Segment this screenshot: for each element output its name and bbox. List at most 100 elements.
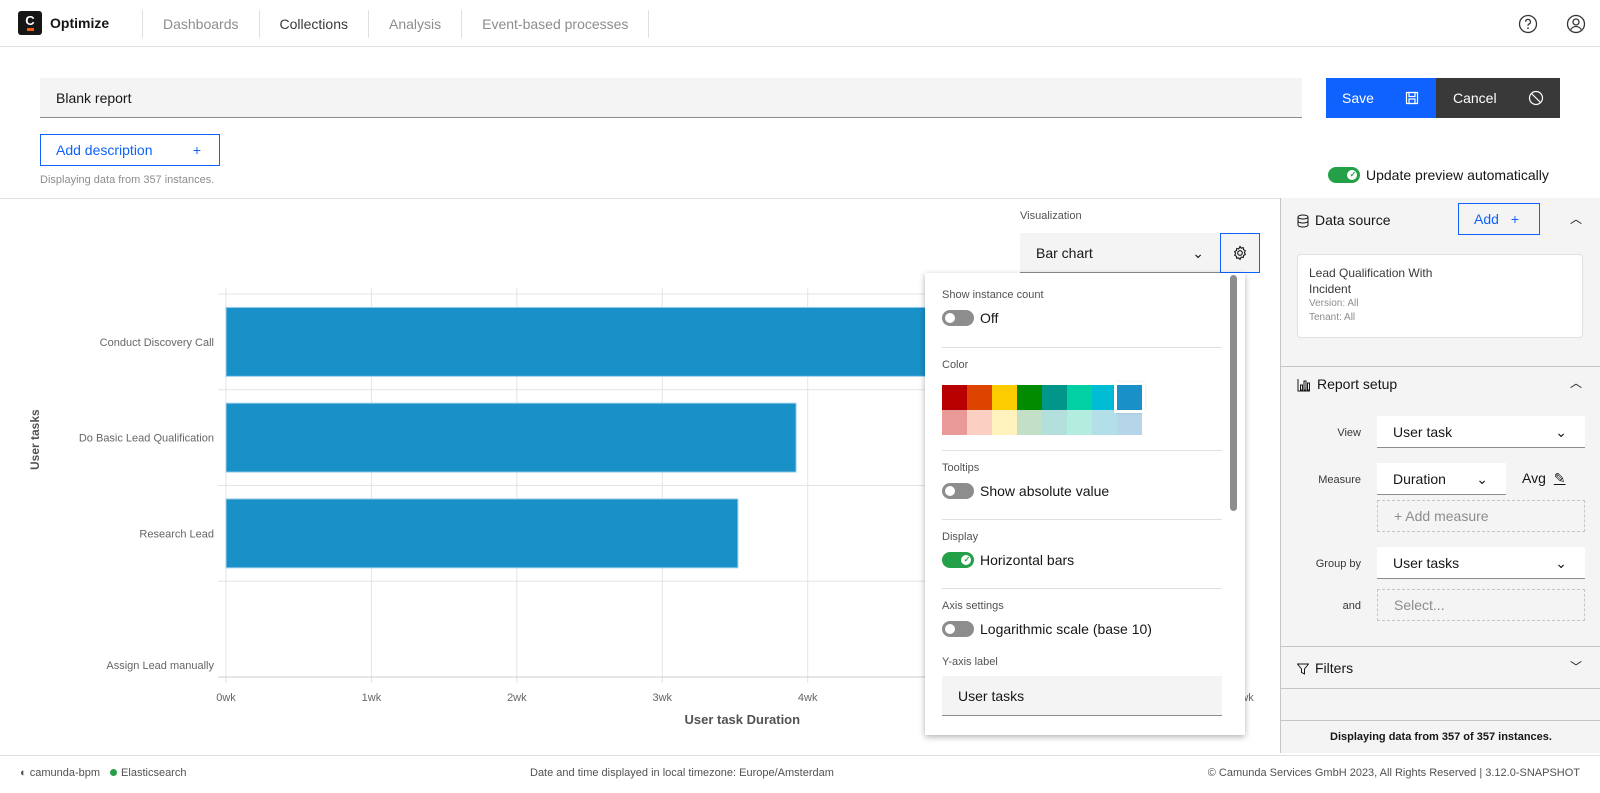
group-by-label: Group by: [1315, 558, 1361, 570]
category-label: Assign Lead manually: [106, 660, 214, 672]
top-navigation: C Optimize Dashboards Collections Analys…: [0, 0, 1600, 47]
visualization-label: Visualization: [1020, 210, 1082, 222]
report-setup-header[interactable]: Report setup: [1297, 376, 1397, 392]
cancel-icon: [1528, 90, 1544, 106]
database-icon: [1297, 214, 1309, 228]
color-picker: [942, 382, 1222, 435]
app-brand[interactable]: Optimize: [50, 15, 109, 31]
visualization-config-popover: Show instance count Off Color Tooltips S…: [925, 273, 1245, 735]
add-data-source-button[interactable]: Add +: [1458, 203, 1540, 235]
absolute-value-toggle[interactable]: [942, 483, 974, 500]
plus-icon: +: [192, 142, 201, 158]
color-swatch[interactable]: [1067, 410, 1092, 435]
color-swatch[interactable]: [967, 410, 992, 435]
status-dot-icon: [110, 769, 118, 776]
main-nav: Dashboards Collections Analysis Event-ba…: [142, 10, 650, 38]
divider: [1281, 688, 1600, 689]
nav-analysis[interactable]: Analysis: [367, 10, 461, 38]
measure-select[interactable]: Duration ⌄: [1377, 463, 1506, 495]
chevron-down-icon: ⌄: [1476, 471, 1488, 487]
aggregation-button[interactable]: Avg ✎: [1522, 470, 1566, 487]
filter-icon: [1296, 663, 1310, 676]
color-swatch[interactable]: [1092, 410, 1117, 435]
divider: [942, 450, 1222, 451]
x-tick-label: 1wk: [362, 692, 382, 704]
help-icon[interactable]: [1518, 14, 1538, 34]
page-footer: ◐ camunda-bpm Elasticsearch Date and time…: [0, 755, 1600, 793]
plus-icon: +: [1510, 211, 1519, 227]
horizontal-bars-toggle[interactable]: [942, 552, 974, 569]
popover-scrollbar[interactable]: [1230, 275, 1237, 511]
x-tick-label: 3wk: [653, 692, 673, 704]
measure-label: Measure: [1318, 474, 1361, 486]
color-swatch[interactable]: [992, 385, 1017, 410]
filters-header[interactable]: Filters: [1296, 660, 1353, 676]
data-source-card[interactable]: Lead Qualification With Incident Version…: [1297, 254, 1583, 338]
view-select[interactable]: User task ⌄: [1377, 416, 1585, 448]
color-swatch[interactable]: [1067, 385, 1092, 410]
color-swatch[interactable]: [942, 410, 967, 435]
engine-status: ◐ camunda-bpm Elasticsearch: [20, 767, 187, 779]
auto-preview-toggle[interactable]: [1328, 167, 1360, 184]
color-swatch[interactable]: [1114, 382, 1145, 413]
color-swatch[interactable]: [1042, 385, 1067, 410]
instances-summary: Displaying data from 357 of 357 instance…: [1281, 720, 1600, 753]
tooltips-section: Tooltips Show absolute value: [942, 462, 1110, 500]
add-description-button[interactable]: Add description +: [40, 134, 220, 166]
category-label: Research Lead: [139, 528, 214, 540]
gear-icon: [1233, 245, 1247, 261]
x-axis-title: User task Duration: [684, 712, 800, 727]
visualization-settings-button[interactable]: [1220, 233, 1260, 273]
divider: [942, 519, 1222, 520]
color-swatch[interactable]: [1017, 385, 1042, 410]
report-title-input[interactable]: Blank report: [40, 78, 1302, 118]
instance-count-section: Show instance count Off: [942, 289, 1044, 327]
color-swatch[interactable]: [1117, 410, 1142, 435]
color-swatch[interactable]: [942, 385, 967, 410]
color-swatch[interactable]: [1092, 385, 1117, 410]
user-icon[interactable]: [1566, 14, 1586, 34]
camunda-logo[interactable]: C: [18, 11, 42, 35]
color-swatch[interactable]: [1042, 410, 1067, 435]
color-swatch[interactable]: [1017, 410, 1042, 435]
engine-icon: ◐: [20, 767, 27, 779]
display-section: Display Horizontal bars: [942, 531, 1222, 569]
visualization-select[interactable]: Bar chart ⌄: [1020, 233, 1220, 273]
y-axis-label-input[interactable]: User tasks: [942, 676, 1222, 716]
save-icon: [1405, 91, 1419, 105]
chevron-up-icon[interactable]: ︿: [1570, 374, 1582, 391]
category-label: Conduct Discovery Call: [100, 337, 214, 349]
cancel-button[interactable]: Cancel: [1436, 78, 1560, 118]
x-tick-label: 0wk: [216, 692, 236, 704]
y-axis-title: User tasks: [28, 409, 42, 470]
instance-count-toggle[interactable]: [942, 310, 974, 327]
nav-dashboards[interactable]: Dashboards: [142, 10, 259, 38]
view-label: View: [1337, 427, 1361, 439]
chevron-down-icon: ⌄: [1192, 245, 1204, 261]
y-axis-label-section: Y-axis label User tasks: [942, 656, 1222, 716]
report-control-panel: Data source Add + ︿ Lead Qualification W…: [1280, 198, 1600, 753]
edit-icon: ✎: [1553, 470, 1566, 486]
color-swatch[interactable]: [992, 410, 1017, 435]
copyright: © Camunda Services GmbH 2023, All Rights…: [1207, 767, 1580, 779]
chevron-down-icon: ⌄: [1555, 555, 1567, 571]
chevron-up-icon[interactable]: ︿: [1570, 210, 1582, 227]
save-button[interactable]: Save: [1326, 78, 1436, 118]
nav-collections[interactable]: Collections: [258, 10, 368, 38]
add-measure-button[interactable]: + Add measure: [1377, 500, 1585, 532]
data-source-header[interactable]: Data source: [1297, 212, 1390, 228]
category-label: Do Basic Lead Qualification: [79, 433, 214, 445]
second-group-by-select[interactable]: Select...: [1377, 589, 1585, 621]
log-scale-toggle[interactable]: [942, 621, 974, 638]
chevron-down-icon: ⌄: [1555, 424, 1567, 440]
chevron-down-icon[interactable]: ﹀: [1570, 658, 1582, 675]
group-by-select[interactable]: User tasks ⌄: [1377, 547, 1585, 579]
nav-event-based-processes[interactable]: Event-based processes: [461, 10, 650, 38]
auto-preview-toggle-row: Update preview automatically: [1328, 166, 1549, 184]
divider: [942, 347, 1222, 348]
axis-settings-section: Axis settings Logarithmic scale (base 10…: [942, 600, 1152, 638]
color-section: Color: [942, 359, 1222, 435]
and-label: and: [1342, 600, 1361, 612]
color-swatch[interactable]: [967, 385, 992, 410]
timezone-note: Date and time displayed in local timezon…: [530, 767, 834, 779]
